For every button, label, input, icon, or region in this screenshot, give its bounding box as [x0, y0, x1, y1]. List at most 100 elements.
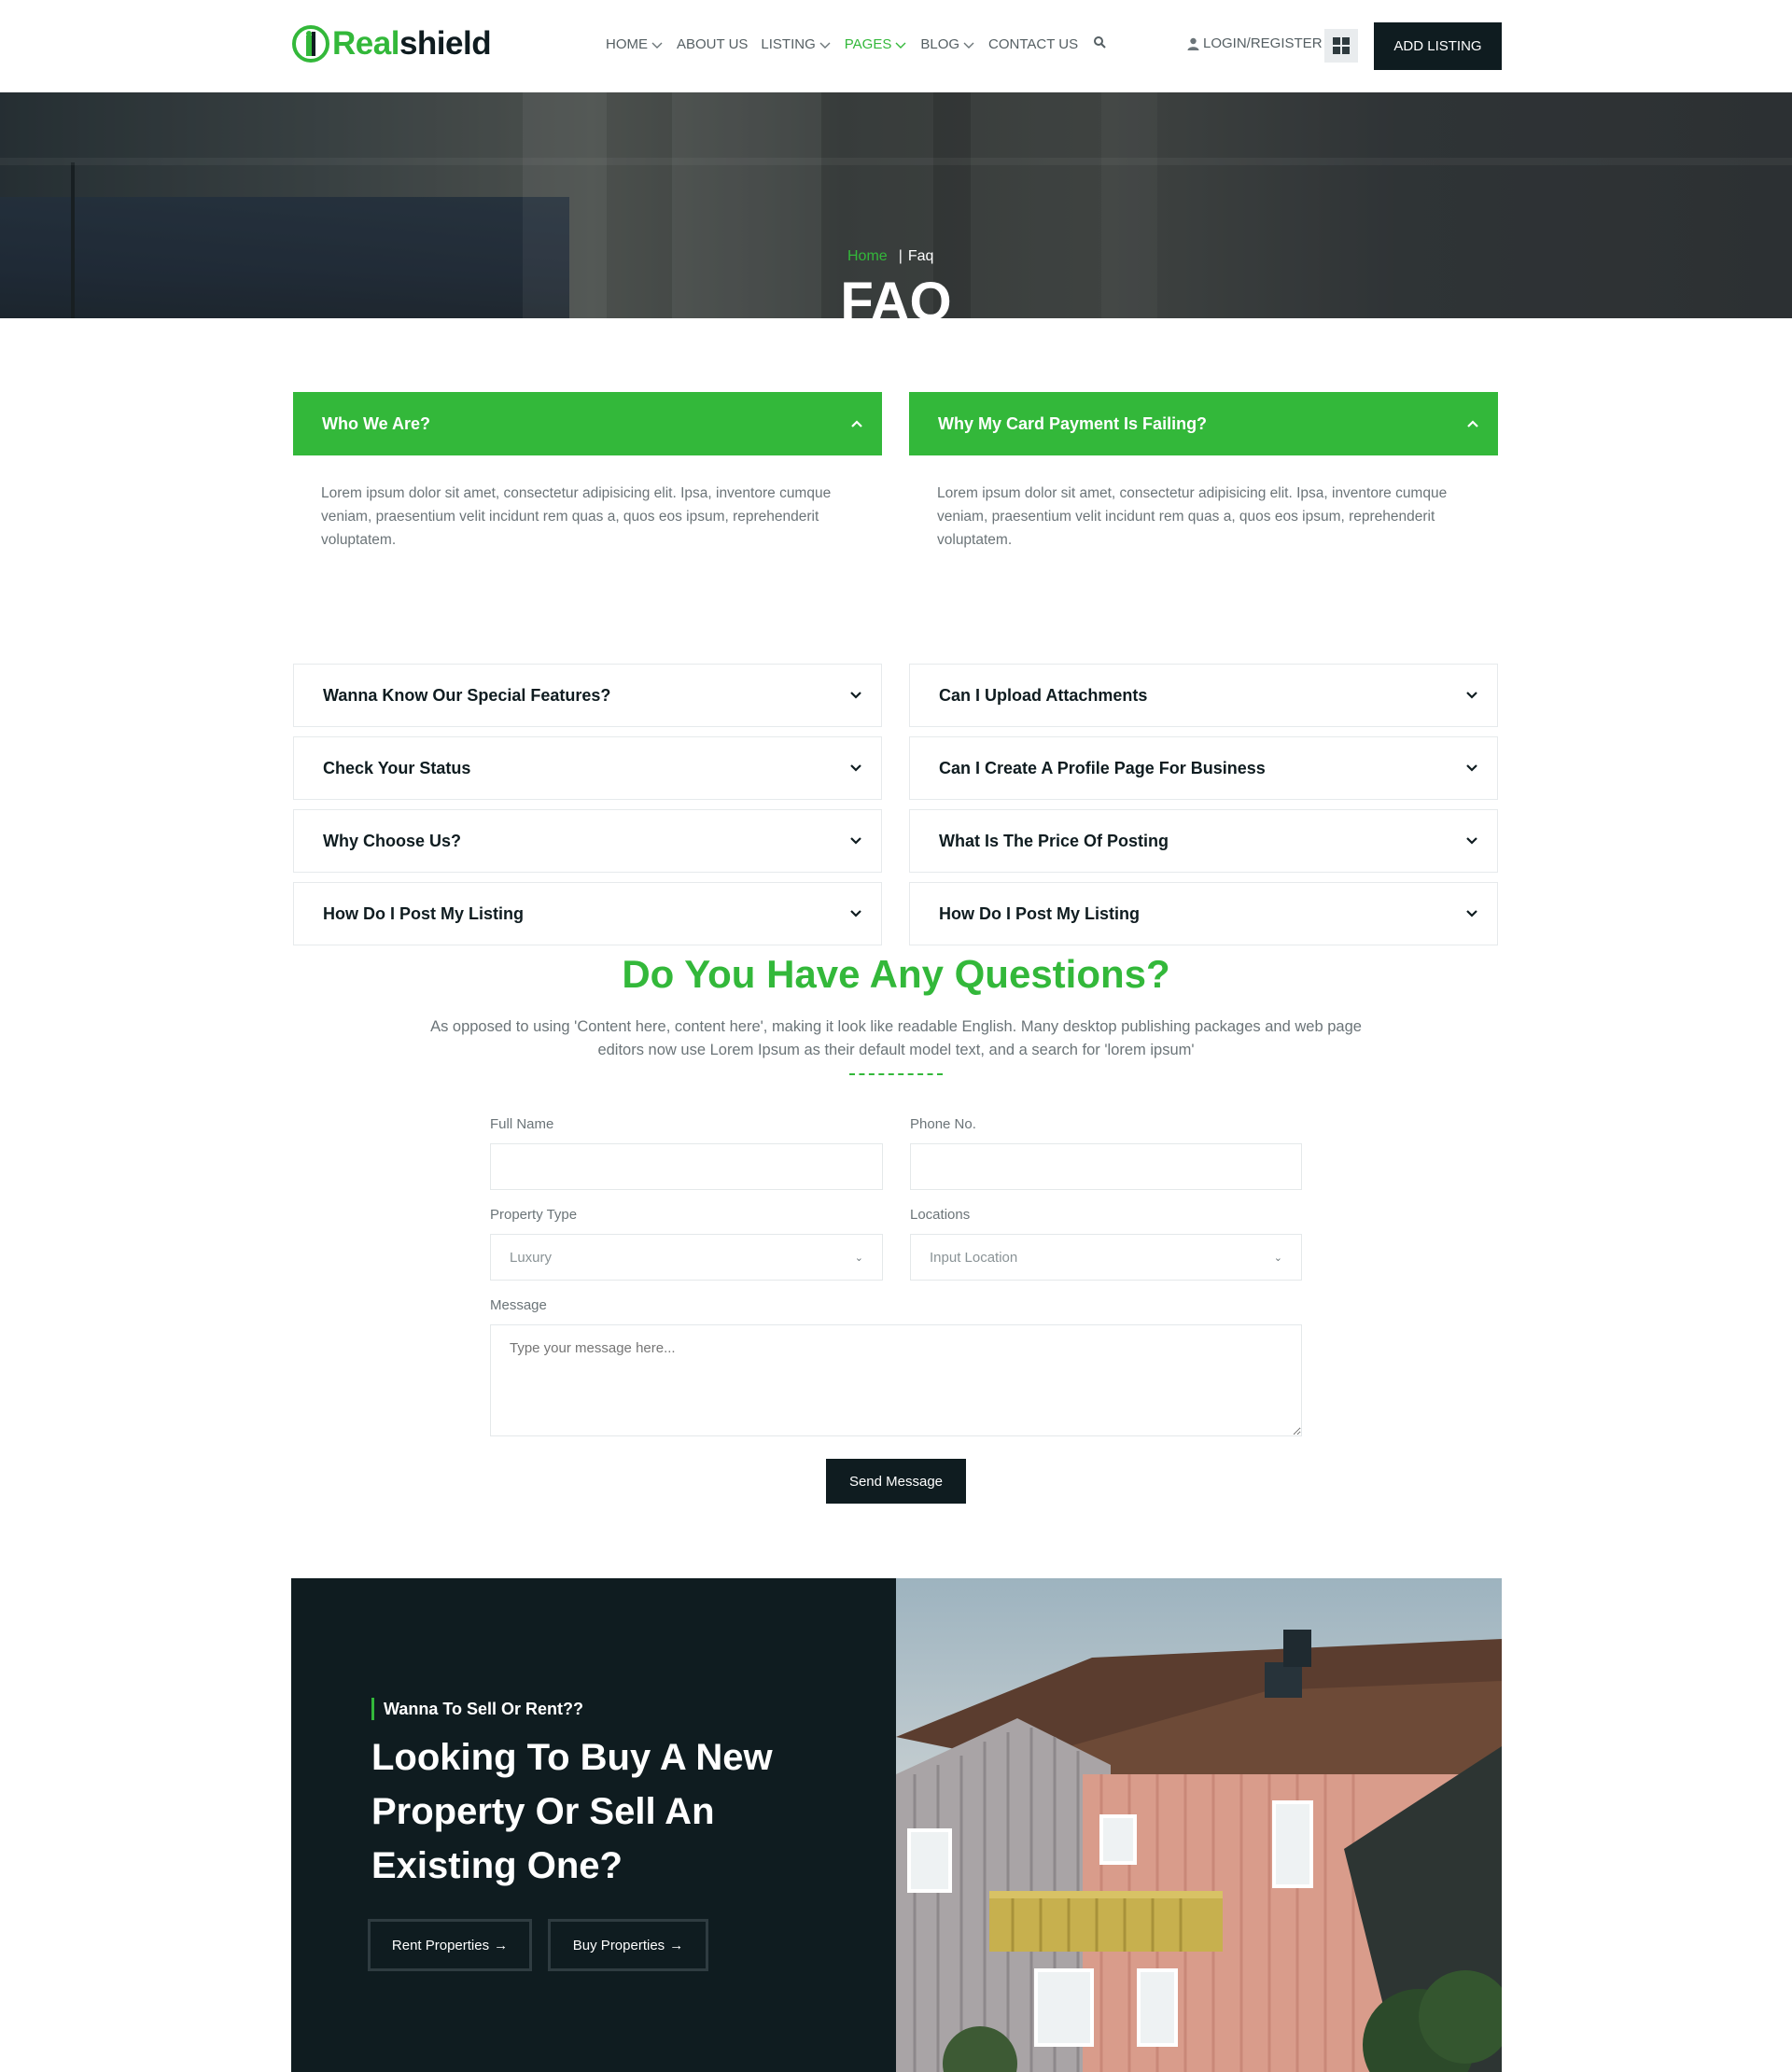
faq-question: Check Your Status [323, 758, 471, 777]
chevron-down-icon [819, 42, 831, 49]
banner-heading: Looking To Buy A New Property Or Sell An… [371, 1737, 773, 1886]
nav-item-contact-us[interactable]: CONTACT US [988, 36, 1078, 52]
faq-item[interactable]: What Is The Price Of Posting [909, 809, 1498, 873]
phone-input[interactable] [910, 1143, 1302, 1190]
faq-item-open[interactable]: Why My Card Payment Is Failing? [909, 392, 1498, 455]
breadcrumb: Home | Faq [847, 248, 933, 265]
logo-icon [292, 25, 329, 63]
site-header: Realshield HOME ABOUT US LISTING PAGES BLOG C… [0, 0, 1792, 92]
locations-select[interactable]: Input Location ⌄ [910, 1234, 1302, 1281]
house-photo [896, 1578, 1502, 2072]
house-illustration [896, 1630, 1502, 2072]
nav-item-about-us[interactable]: ABOUT US [677, 36, 748, 52]
title-divider [849, 1073, 943, 1075]
faq-item[interactable]: How Do I Post My Listing [293, 882, 882, 945]
chevron-down-icon [895, 42, 906, 49]
breadcrumb-separator: | [898, 248, 903, 264]
chevron-up-icon [1467, 420, 1478, 427]
faq-list: Can I Upload Attachments Can I Create A P… [909, 664, 1498, 945]
questions-subtitle: As opposed to using 'Content here, conte… [430, 1018, 1362, 1058]
faq-column-left: Who We Are? Lorem ipsum dolor sit amet, … [293, 392, 882, 945]
nav-item-blog[interactable]: BLOG [920, 36, 975, 52]
arrow-right-icon: → [494, 1937, 509, 1953]
grid-menu-button[interactable] [1324, 29, 1358, 63]
faq-item-open[interactable]: Who We Are? [293, 392, 882, 455]
add-listing-button[interactable]: ADD LISTING [1374, 22, 1502, 70]
user-icon [1187, 37, 1199, 50]
logo[interactable]: Realshield [291, 24, 492, 63]
login-register-link[interactable]: LOGIN/REGISTER [1187, 35, 1323, 51]
page-title-wrap: FAQ [0, 274, 1792, 318]
buy-properties-label: Buy Properties [572, 1937, 665, 1953]
chevron-down-icon: ⌄ [1273, 1252, 1282, 1264]
rent-properties-button[interactable]: Rent Properties → [368, 1919, 532, 1971]
nav-item-label: LISTING [761, 36, 816, 52]
banner-kicker: Wanna To Sell Or Rent?? [371, 1698, 583, 1720]
login-register-label: LOGIN/REGISTER [1203, 35, 1323, 51]
nav-item-label: ABOUT US [677, 36, 749, 52]
nav-item-label: PAGES [844, 36, 892, 52]
chevron-down-icon [850, 764, 861, 772]
questions-title: Do You Have Any Questions? [622, 952, 1170, 996]
nav-item-label: HOME [606, 36, 648, 52]
faq-item[interactable]: Why Choose Us? [293, 809, 882, 873]
faq-item[interactable]: Can I Create A Profile Page For Business [909, 736, 1498, 800]
arrow-right-icon: → [669, 1937, 684, 1953]
nav-item-listing[interactable]: LISTING [761, 36, 831, 52]
chevron-down-icon [651, 42, 663, 49]
grid-icon [1333, 37, 1350, 54]
faq-answer: Lorem ipsum dolor sit amet, consectetur … [937, 485, 1448, 548]
nav-item-label: CONTACT US [988, 36, 1079, 52]
breadcrumb-home-link[interactable]: Home [847, 248, 888, 265]
faq-question: How Do I Post My Listing [323, 903, 524, 923]
nav-item-pages[interactable]: PAGES [845, 36, 908, 52]
faq-question: Who We Are? [322, 413, 430, 433]
property-type-label: Property Type [490, 1207, 578, 1223]
chevron-down-icon [1466, 692, 1477, 699]
faq-item[interactable]: Check Your Status [293, 736, 882, 800]
chevron-up-icon [851, 420, 862, 427]
buy-properties-button[interactable]: Buy Properties → [548, 1919, 708, 1971]
faq-question: Can I Upload Attachments [939, 685, 1148, 705]
chevron-down-icon [963, 42, 974, 49]
faq-question: Can I Create A Profile Page For Business [939, 758, 1266, 777]
property-type-select[interactable]: Luxury ⌄ [490, 1234, 883, 1281]
logo-wordmark-part2: shield [399, 25, 492, 62]
phone-label: Phone No. [910, 1116, 976, 1132]
search-icon [1094, 36, 1106, 49]
full-name-input[interactable] [490, 1143, 883, 1190]
chevron-down-icon [850, 910, 861, 917]
full-name-label: Full Name [490, 1116, 554, 1132]
faq-question: How Do I Post My Listing [939, 903, 1140, 923]
locations-label: Locations [910, 1207, 971, 1223]
chevron-down-icon [1466, 837, 1477, 845]
locations-value: Input Location [930, 1249, 1018, 1266]
send-message-button[interactable]: Send Message [826, 1459, 966, 1504]
page-title: FAQ [840, 274, 952, 318]
rent-properties-label: Rent Properties [391, 1937, 490, 1953]
faq-question: Wanna Know Our Special Features? [323, 685, 611, 705]
nav-item-label: BLOG [920, 36, 960, 52]
faq-column-right: Why My Card Payment Is Failing? Lorem ip… [909, 392, 1498, 945]
chevron-down-icon: ⌄ [854, 1252, 863, 1264]
message-textarea[interactable] [490, 1324, 1302, 1436]
banner-text-panel: Wanna To Sell Or Rent?? Looking To Buy A… [291, 1578, 896, 2072]
main-nav: HOME ABOUT US LISTING PAGES BLOG CONTACT US [606, 35, 1107, 53]
property-type-value: Luxury [510, 1249, 553, 1266]
breadcrumb-current: Faq [907, 248, 934, 264]
chevron-down-icon [850, 692, 861, 699]
faq-item[interactable]: How Do I Post My Listing [909, 882, 1498, 945]
search-button[interactable] [1091, 35, 1107, 53]
faq-question: What Is The Price Of Posting [939, 831, 1169, 850]
faq-item[interactable]: Can I Upload Attachments [909, 664, 1498, 727]
chevron-down-icon [1466, 764, 1477, 772]
sell-rent-banner: Wanna To Sell Or Rent?? Looking To Buy A… [291, 1578, 1502, 2072]
logo-wordmark: Realshield [332, 24, 492, 63]
logo-wordmark-part1: Real [332, 25, 399, 62]
chevron-down-icon [1466, 910, 1477, 917]
nav-item-home[interactable]: HOME [606, 36, 664, 52]
message-label: Message [490, 1297, 547, 1313]
faq-item[interactable]: Wanna Know Our Special Features? [293, 664, 882, 727]
faq-list: Wanna Know Our Special Features? Check Yo… [293, 664, 882, 945]
faq-answer: Lorem ipsum dolor sit amet, consectetur … [321, 485, 832, 548]
